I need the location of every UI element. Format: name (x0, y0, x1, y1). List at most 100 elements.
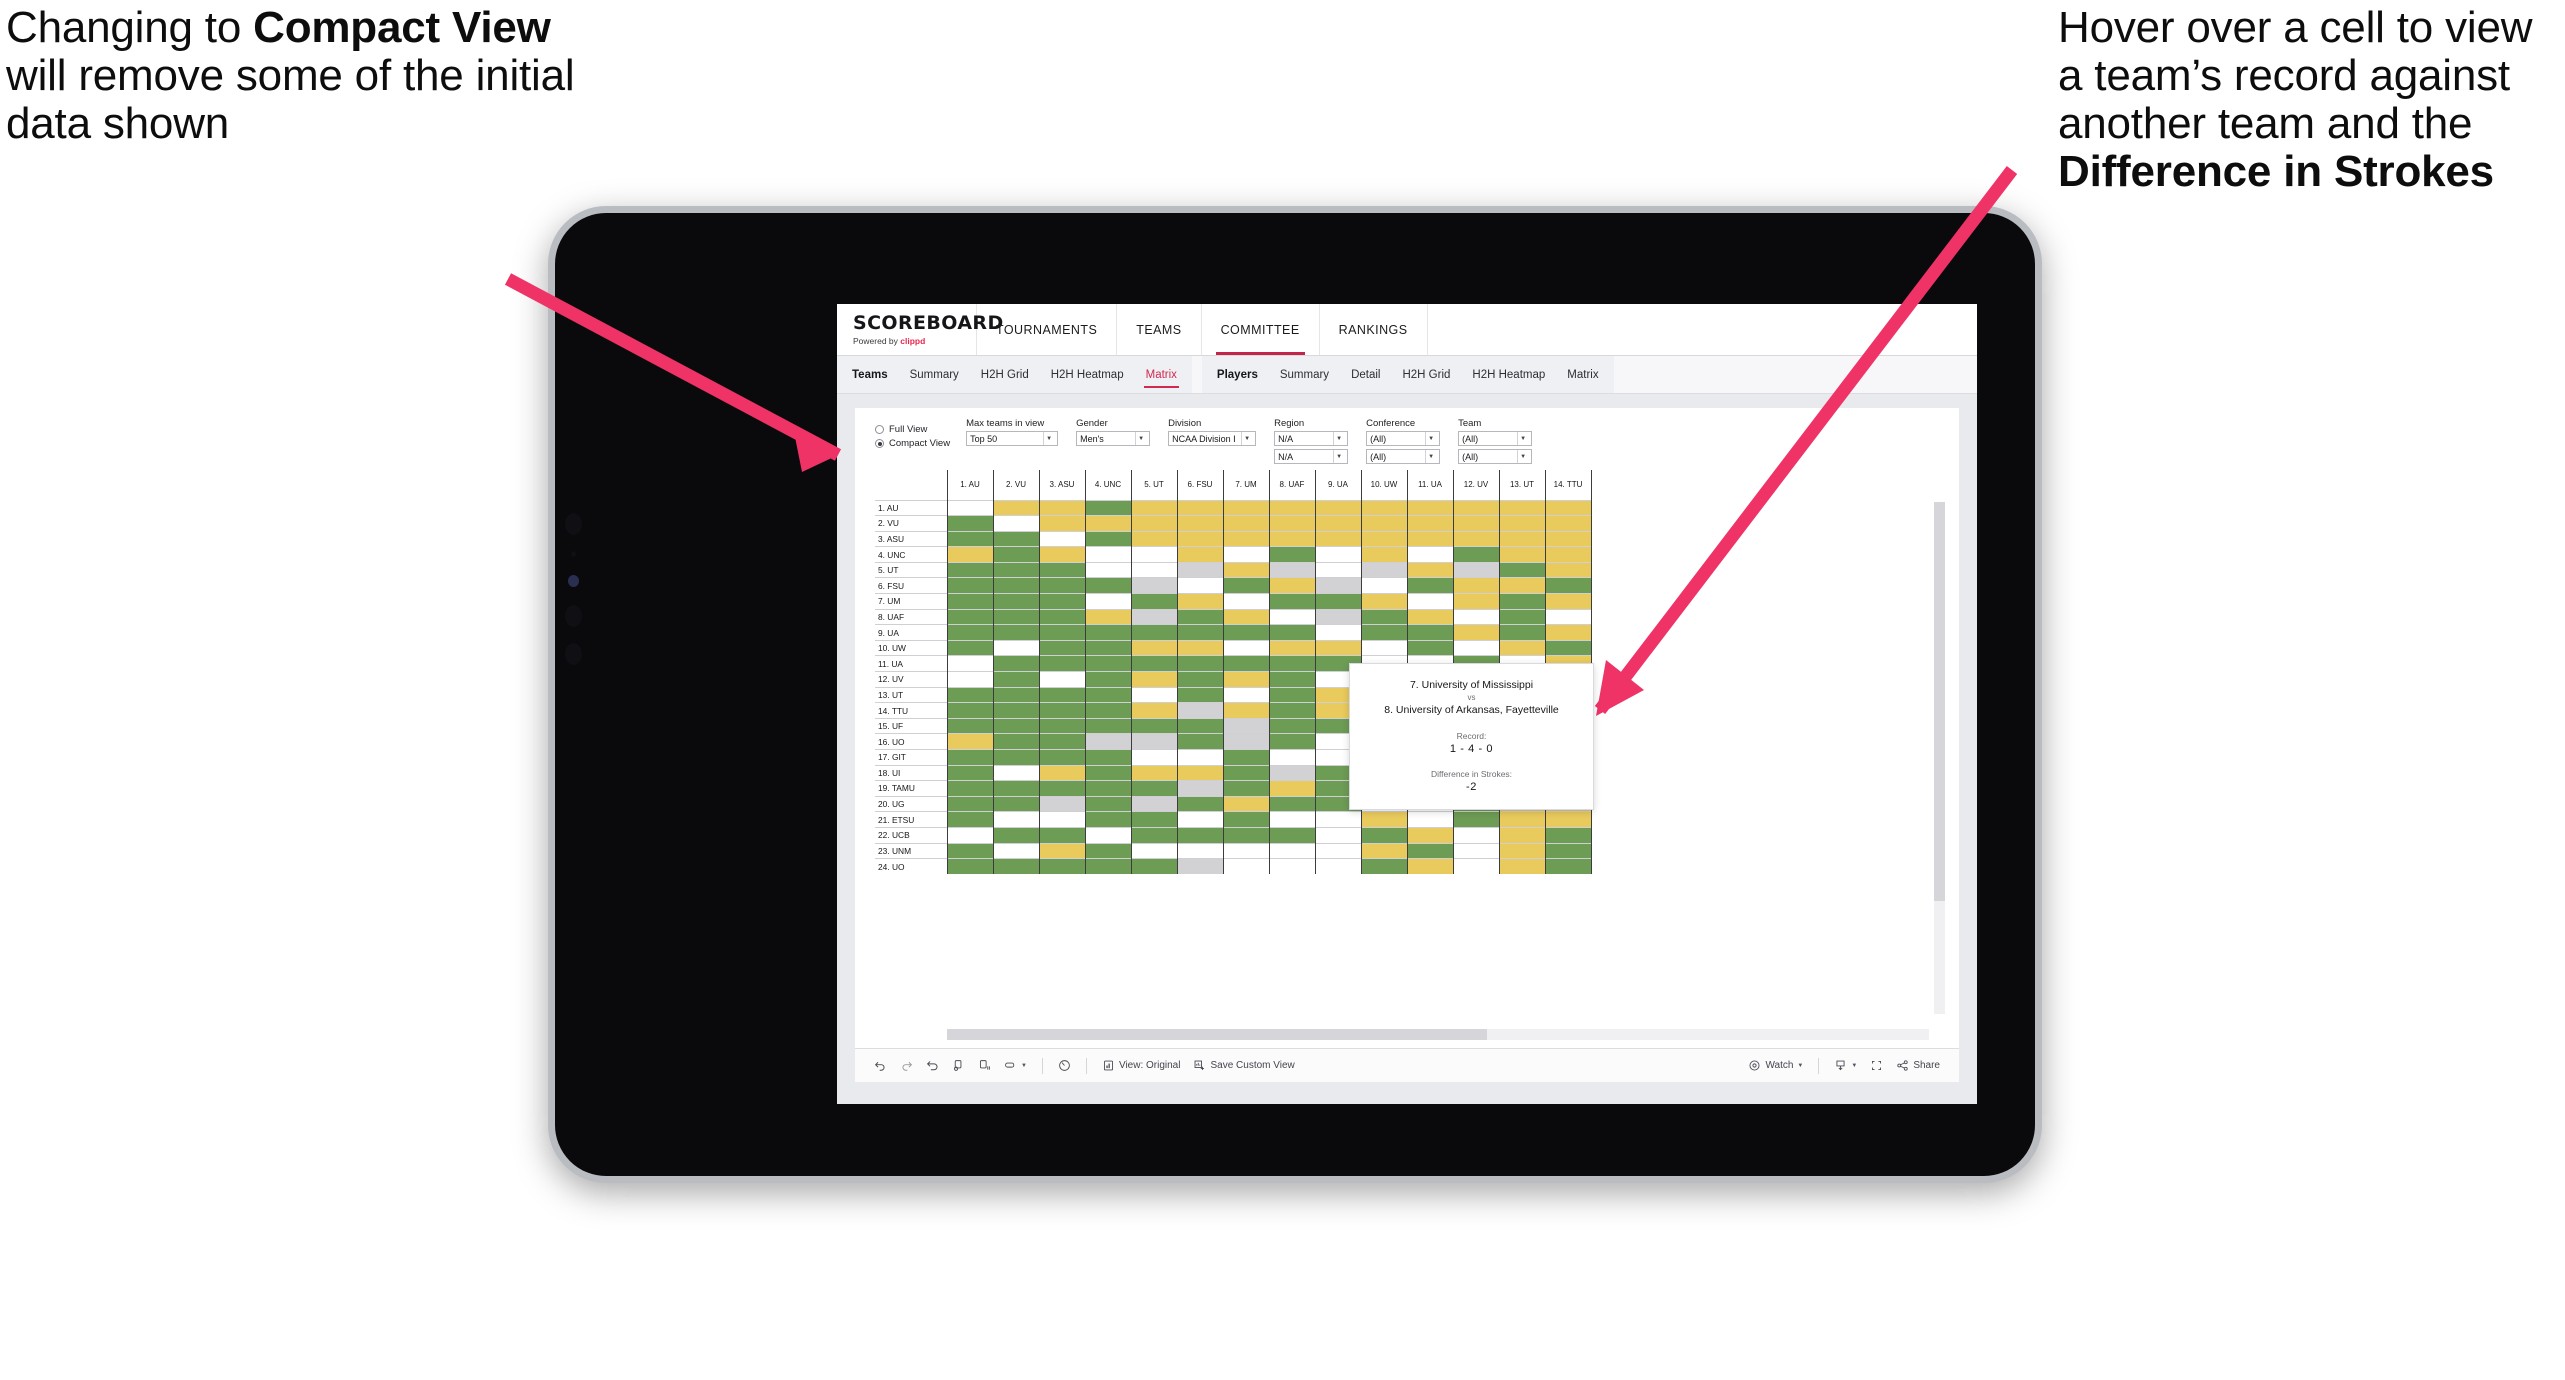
matrix-cell[interactable] (992, 561, 1040, 578)
matrix-cell[interactable] (1130, 733, 1178, 750)
matrix-cell[interactable] (1130, 608, 1178, 625)
radio-full-view[interactable]: Full View (875, 424, 950, 435)
matrix-cell[interactable] (1176, 671, 1224, 688)
matrix-cell[interactable] (1130, 561, 1178, 578)
matrix-cell[interactable] (1084, 608, 1132, 625)
matrix-cell[interactable] (1176, 499, 1224, 516)
matrix-cell[interactable] (1406, 530, 1454, 547)
matrix-cell[interactable] (1130, 593, 1178, 610)
matrix-cell[interactable] (1084, 795, 1132, 812)
matrix-cell[interactable] (1222, 826, 1270, 844)
matrix-cell[interactable] (992, 671, 1040, 688)
team-dropdown-2[interactable]: (All) ▼ (1458, 449, 1533, 464)
matrix-cell[interactable] (1498, 515, 1546, 532)
matrix-cell[interactable] (1038, 842, 1086, 859)
matrix-cell[interactable] (992, 842, 1040, 859)
matrix-cell[interactable] (1544, 515, 1592, 532)
matrix-cell[interactable] (1176, 593, 1224, 610)
matrix-cell[interactable] (1038, 733, 1086, 750)
matrix-column-header[interactable]: 10. UW (1360, 470, 1408, 500)
matrix-cell[interactable] (1544, 593, 1592, 610)
matrix-row-header[interactable]: 14. TTU (875, 702, 948, 719)
matrix-cell[interactable] (1130, 577, 1178, 594)
matrix-cell[interactable] (1038, 546, 1086, 563)
matrix-cell[interactable] (1360, 811, 1408, 828)
matrix-row-header[interactable]: 9. UA (875, 624, 948, 641)
matrix-cell[interactable] (1176, 530, 1224, 547)
matrix-cell[interactable] (1222, 842, 1270, 859)
matrix-cell[interactable] (1084, 842, 1132, 859)
matrix-cell[interactable] (1084, 749, 1132, 766)
view-original-button[interactable]: View: Original (1097, 1055, 1186, 1077)
matrix-cell[interactable] (1314, 499, 1362, 516)
matrix-cell[interactable] (1176, 686, 1224, 703)
matrix-cell[interactable] (1130, 795, 1178, 812)
radio-compact-view[interactable]: Compact View (875, 438, 950, 449)
matrix-cell[interactable] (992, 686, 1040, 703)
matrix-cell[interactable] (1176, 826, 1224, 844)
matrix-cell[interactable] (1360, 826, 1408, 844)
subnav-players-detail[interactable]: Detail (1340, 356, 1391, 394)
matrix-cell[interactable] (1130, 764, 1178, 781)
matrix-cell[interactable] (1452, 826, 1500, 844)
matrix-row-header[interactable]: 4. UNC (875, 546, 948, 563)
matrix-cell[interactable] (1130, 842, 1178, 859)
matrix-cell[interactable] (1130, 780, 1178, 797)
matrix-cell[interactable] (1544, 811, 1592, 828)
matrix-cell[interactable] (1222, 515, 1270, 532)
matrix-cell[interactable] (946, 577, 994, 594)
matrix-cell[interactable] (1314, 624, 1362, 641)
matrix-row-header[interactable]: 1. AU (875, 499, 948, 516)
matrix-cell[interactable] (992, 515, 1040, 532)
matrix-column-header[interactable]: 7. UM (1222, 470, 1270, 500)
matrix-cell[interactable] (1176, 702, 1224, 719)
matrix-cell[interactable] (1176, 764, 1224, 781)
matrix-cell[interactable] (1176, 717, 1224, 734)
nav-item-rankings[interactable]: RANKINGS (1320, 304, 1428, 355)
matrix-cell[interactable] (946, 530, 994, 547)
matrix-cell[interactable] (1314, 608, 1362, 625)
matrix-cell[interactable] (1084, 702, 1132, 719)
subnav-teams-h2h-grid[interactable]: H2H Grid (970, 356, 1040, 394)
matrix-cell[interactable] (1268, 593, 1316, 610)
matrix-cell[interactable] (1268, 842, 1316, 859)
matrix-column-header[interactable]: 9. UA (1314, 470, 1362, 500)
vertical-scrollbar-thumb[interactable] (1934, 502, 1945, 902)
matrix-cell[interactable] (1130, 686, 1178, 703)
matrix-cell[interactable] (1268, 499, 1316, 516)
matrix-cell[interactable] (1452, 811, 1500, 828)
pause-auto-updates-button[interactable] (973, 1055, 996, 1077)
matrix-cell[interactable] (1130, 811, 1178, 828)
matrix-cell[interactable] (946, 749, 994, 766)
share-button[interactable]: Share (1891, 1055, 1945, 1077)
matrix-cell[interactable] (1360, 499, 1408, 516)
matrix-cell[interactable] (1084, 593, 1132, 610)
matrix-cell[interactable] (1406, 639, 1454, 656)
matrix-cell[interactable] (1038, 561, 1086, 578)
matrix-cell[interactable] (946, 811, 994, 828)
matrix-cell[interactable] (946, 593, 994, 610)
horizontal-scrollbar-thumb[interactable] (947, 1029, 1488, 1040)
matrix-row-header[interactable]: 19. TAMU (875, 780, 948, 797)
matrix-cell[interactable] (1222, 749, 1270, 766)
matrix-cell[interactable] (1268, 795, 1316, 812)
matrix-cell[interactable] (1038, 608, 1086, 625)
matrix-row-header[interactable]: 11. UA (875, 655, 948, 672)
matrix-cell[interactable] (1360, 639, 1408, 656)
matrix-cell[interactable] (1544, 499, 1592, 516)
subnav-teams-h2h-heatmap[interactable]: H2H Heatmap (1040, 356, 1135, 394)
matrix-cell[interactable] (1498, 530, 1546, 547)
matrix-cell[interactable] (1130, 858, 1178, 875)
matrix-cell[interactable] (1130, 546, 1178, 563)
matrix-cell[interactable] (1222, 577, 1270, 594)
matrix-column-header[interactable]: 3. ASU (1038, 470, 1086, 500)
matrix-column-header[interactable]: 4. UNC (1084, 470, 1132, 500)
matrix-row-header[interactable]: 21. ETSU (875, 811, 948, 828)
matrix-cell[interactable] (1038, 702, 1086, 719)
matrix-cell[interactable] (1268, 639, 1316, 656)
matrix-row-header[interactable]: 5. UT (875, 561, 948, 578)
matrix-cell[interactable] (992, 702, 1040, 719)
matrix-cell[interactable] (946, 826, 994, 844)
matrix-column-header[interactable]: 12. UV (1452, 470, 1500, 500)
matrix-cell[interactable] (1498, 624, 1546, 641)
